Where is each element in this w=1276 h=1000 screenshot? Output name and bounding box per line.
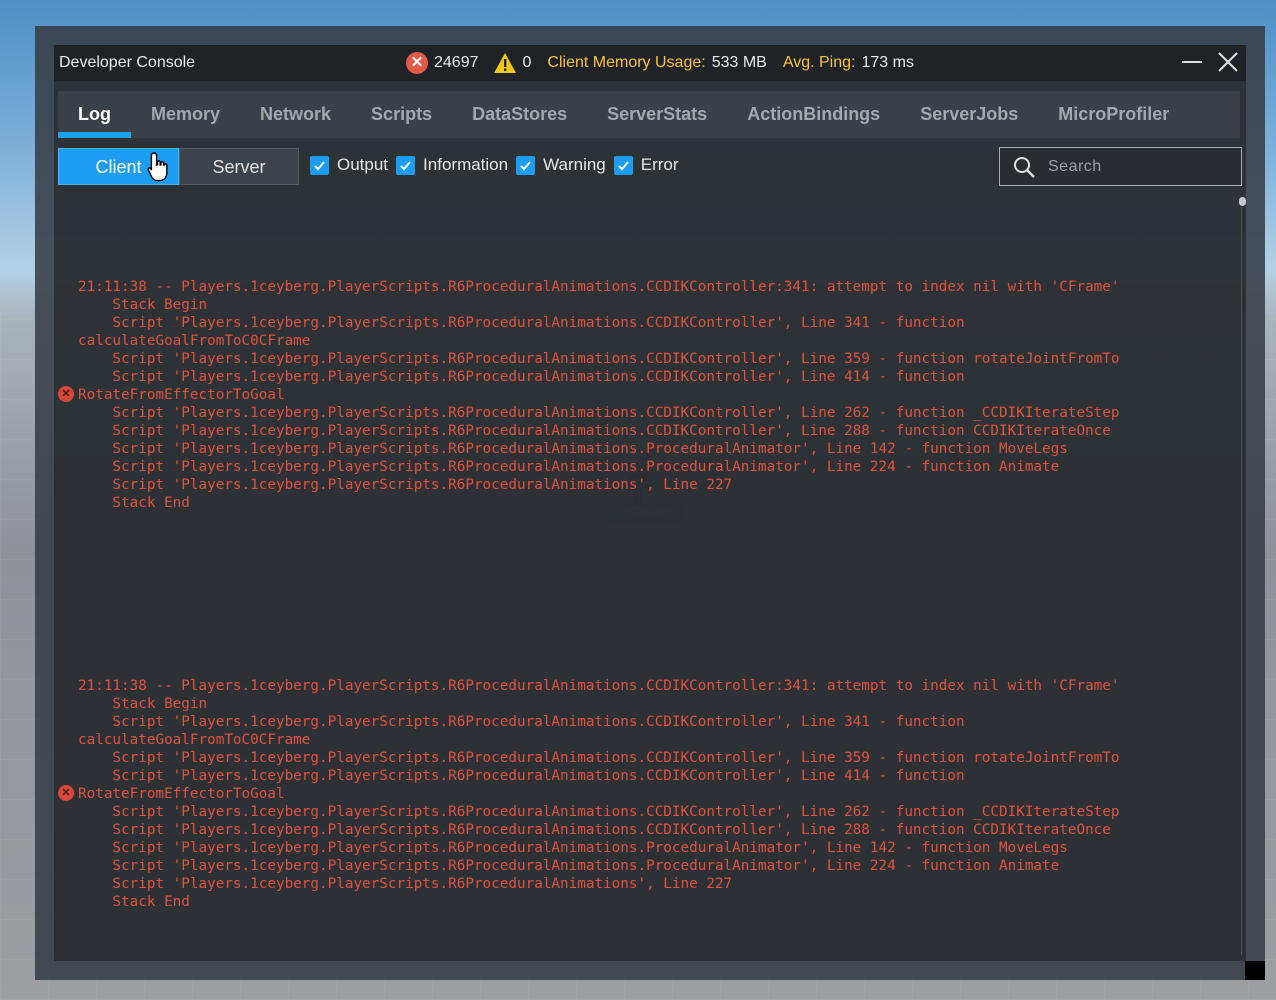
log-line: Stack End	[78, 495, 190, 511]
log-line: Script 'Players.1ceyberg.PlayerScripts.R…	[78, 369, 965, 385]
error-count-icon: ✕	[406, 52, 428, 74]
window-title: Developer Console	[59, 54, 196, 71]
server-button[interactable]: Server	[179, 148, 299, 185]
log-line: Script 'Players.1ceyberg.PlayerScripts.R…	[78, 768, 965, 784]
log-toolbar: Client Server Output Information Warning…	[58, 147, 1244, 186]
log-line: Script 'Players.1ceyberg.PlayerScripts.R…	[78, 423, 1111, 439]
log-line: Script 'Players.1ceyberg.PlayerScripts.R…	[78, 351, 1120, 367]
search-icon	[1014, 156, 1035, 178]
tab-serverjobs[interactable]: ServerJobs	[900, 91, 1038, 138]
log-line: Script 'Players.1ceyberg.PlayerScripts.R…	[78, 714, 965, 730]
error-count: 24697	[434, 54, 479, 71]
log-line: Script 'Players.1ceyberg.PlayerScripts.R…	[78, 405, 1120, 421]
log-scrollbar[interactable]	[1237, 195, 1246, 955]
tab-scripts[interactable]: Scripts	[351, 91, 452, 138]
ping-value: 173 ms	[861, 54, 914, 71]
log-line: calculateGoalFromToC0CFrame	[78, 333, 311, 349]
tab-bar: Log Memory Network Scripts DataStores Se…	[58, 91, 1240, 138]
memory-label: Client Memory Usage:	[547, 54, 706, 71]
tab-log[interactable]: Log	[58, 91, 131, 138]
search-input[interactable]	[1046, 156, 1230, 177]
warning-icon	[493, 53, 516, 73]
warning-count: 0	[522, 54, 532, 71]
log-entry: 21:11:38 -- Players.1ceyberg.PlayerScrip…	[78, 677, 1238, 911]
log-line: Script 'Players.1ceyberg.PlayerScripts.R…	[78, 441, 1068, 457]
filter-error[interactable]: Error	[613, 155, 679, 175]
filter-information-label: Information	[423, 155, 509, 174]
log-entry: 21:11:38 -- Players.1ceyberg.PlayerScrip…	[78, 278, 1238, 512]
filter-warning[interactable]: Warning	[516, 155, 606, 175]
log-line: Script 'Players.1ceyberg.PlayerScripts.R…	[78, 315, 965, 331]
filter-error-label: Error	[640, 155, 679, 174]
close-icon[interactable]	[1216, 50, 1240, 74]
scroll-track[interactable]	[1241, 207, 1242, 955]
log-line: Stack Begin	[78, 297, 208, 313]
error-icon: ✕	[58, 386, 74, 402]
log-line: Script 'Players.1ceyberg.PlayerScripts.R…	[78, 876, 733, 892]
filter-warning-label: Warning	[543, 155, 606, 174]
log-line: 21:11:38 -- Players.1ceyberg.PlayerScrip…	[78, 678, 1120, 694]
tab-network[interactable]: Network	[240, 91, 351, 138]
log-line: Script 'Players.1ceyberg.PlayerScripts.R…	[78, 822, 1111, 838]
log-line: Script 'Players.1ceyberg.PlayerScripts.R…	[78, 840, 1068, 856]
memory-value: 533 MB	[711, 54, 767, 71]
log-line: RotateFromEffectorToGoal	[78, 786, 285, 802]
filter-output-label: Output	[337, 155, 389, 174]
tab-actionbindings[interactable]: ActionBindings	[727, 91, 900, 138]
hand-cursor-icon	[147, 152, 168, 182]
scroll-thumb[interactable]	[1239, 197, 1246, 206]
log-line: Script 'Players.1ceyberg.PlayerScripts.R…	[78, 477, 733, 493]
log-line: Script 'Players.1ceyberg.PlayerScripts.R…	[78, 459, 1060, 475]
tab-datastores[interactable]: DataStores	[452, 91, 587, 138]
ping-label: Avg. Ping:	[782, 54, 856, 71]
log-line: Stack Begin	[78, 696, 208, 712]
log-line: Script 'Players.1ceyberg.PlayerScripts.R…	[78, 804, 1120, 820]
developer-console: Developer Console ✕ 24697 0 Client Memor…	[54, 45, 1246, 961]
checkbox-checked-icon[interactable]	[396, 155, 416, 175]
log-output[interactable]: ✕ 21:11:38 -- Players.1ceyberg.PlayerScr…	[54, 195, 1238, 955]
error-icon: ✕	[58, 785, 74, 801]
checkbox-checked-icon[interactable]	[516, 155, 536, 175]
log-line: Script 'Players.1ceyberg.PlayerScripts.R…	[78, 858, 1060, 874]
log-line: Script 'Players.1ceyberg.PlayerScripts.R…	[78, 750, 1120, 766]
log-line: calculateGoalFromToC0CFrame	[78, 732, 311, 748]
filter-information[interactable]: Information	[396, 155, 508, 175]
title-bar[interactable]: Developer Console ✕ 24697 0 Client Memor…	[54, 45, 1246, 81]
filter-output[interactable]: Output	[310, 155, 388, 175]
search-box[interactable]	[999, 147, 1242, 186]
tab-serverstats[interactable]: ServerStats	[587, 91, 727, 138]
checkbox-checked-icon[interactable]	[310, 155, 329, 175]
tab-memory[interactable]: Memory	[131, 91, 240, 138]
log-line: 21:11:38 -- Players.1ceyberg.PlayerScrip…	[78, 279, 1120, 295]
minimize-icon[interactable]	[1180, 50, 1204, 74]
filter-group: Output Information Warning Error	[310, 155, 687, 175]
tab-microprofiler[interactable]: MicroProfiler	[1038, 91, 1189, 138]
stats-bar: ✕ 24697 0 Client Memory Usage: 533 MB Av…	[406, 52, 914, 74]
log-line: Stack End	[78, 894, 190, 910]
resize-handle[interactable]	[1245, 961, 1265, 980]
log-line: RotateFromEffectorToGoal	[78, 387, 285, 403]
checkbox-checked-icon[interactable]	[613, 155, 633, 175]
